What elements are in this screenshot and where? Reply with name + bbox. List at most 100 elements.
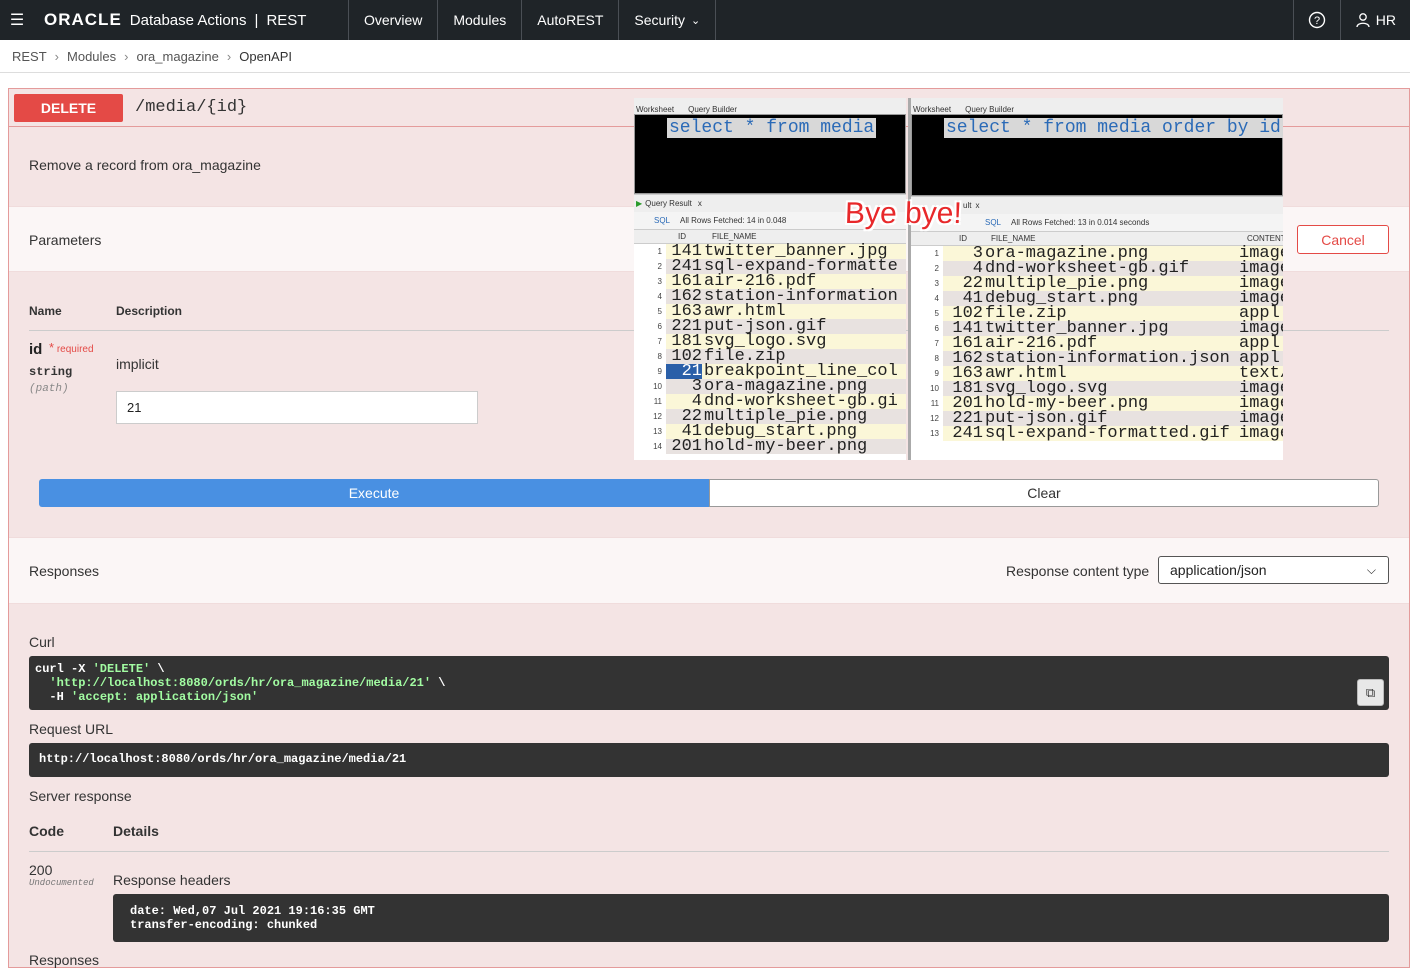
col-name: Name [29, 304, 62, 318]
row-number: 4 [911, 291, 943, 306]
row-number: 2 [634, 259, 666, 274]
nav-security[interactable]: Security ⌄ [618, 0, 717, 40]
tab-worksheet: Worksheet [913, 105, 952, 114]
row-number: 10 [911, 381, 943, 396]
result-toolbar: SQL All Rows Fetched: 13 in 0.014 seconds [911, 214, 1283, 232]
worksheet-screenshot-left: Worksheet Query Builder select * from med… [634, 98, 906, 460]
help-icon[interactable]: ? [1292, 0, 1341, 40]
grid-row: 13 241sql-expand-formatted.gif image [911, 424, 1283, 443]
row-number: 12 [911, 411, 943, 426]
header-transfer-encoding: transfer-encoding: chunked [130, 918, 318, 932]
operation-summary: Remove a record from ora_magazine [29, 157, 261, 173]
curl-block[interactable]: curl -X 'DELETE' \ 'http://localhost:808… [29, 656, 1389, 710]
row-number: 8 [911, 351, 943, 366]
result-tab-bar: ult x [911, 196, 1283, 214]
user-name: HR [1375, 12, 1396, 28]
row-number: 1 [634, 244, 666, 259]
id-input[interactable]: 21 [116, 391, 478, 424]
row-number: 9 [911, 366, 943, 381]
response-headers: date: Wed,07 Jul 2021 19:16:35 GMT trans… [113, 894, 1389, 942]
breadcrumb-current: OpenAPI [239, 48, 292, 64]
chevron-right-icon: › [54, 48, 60, 64]
row-number: 13 [634, 424, 666, 439]
responses-title: Responses [29, 563, 100, 579]
col-id: ID [959, 234, 967, 243]
col-file-name: FILE_NAME [712, 232, 757, 241]
grid-rows: 1 141 twitter_banner.jpg 2 241 sql-expand-for… [634, 243, 906, 456]
content-type-value: application/json [1170, 562, 1267, 578]
content-type-select[interactable]: application/json ⌵ [1158, 556, 1389, 584]
breadcrumb-module[interactable]: ora_magazine [137, 49, 219, 64]
sql-button: SQL [985, 218, 1002, 227]
nav-overview[interactable]: Overview [348, 0, 437, 40]
tab-worksheet: Worksheet [636, 105, 675, 114]
row-number: 7 [911, 336, 943, 351]
curl-line-2: 'http://localhost:8080/ords/hr/ora_magaz… [49, 676, 432, 690]
required-mark: * [49, 340, 55, 355]
nav-autorest[interactable]: AutoREST [521, 0, 618, 40]
close-icon: x [697, 199, 702, 208]
row-number: 12 [634, 409, 666, 424]
breadcrumb: REST › Modules › ora_magazine › OpenAPI [0, 40, 1410, 73]
method-badge: DELETE [14, 93, 123, 122]
bye-caption: Bye bye! [844, 197, 963, 230]
col-content: CONTENT_ [1247, 234, 1283, 243]
user-icon [1356, 13, 1370, 28]
sql-editor: select * from media [634, 114, 906, 194]
undocumented-label: Undocumented [29, 878, 94, 888]
request-url: http://localhost:8080/ords/hr/ora_magazi… [29, 743, 1389, 777]
operation-path: /media/{id} [135, 98, 248, 117]
header-date: date: Wed,07 Jul 2021 19:16:35 GMT [130, 904, 375, 918]
sql-editor: select * from media order by id [911, 114, 1283, 196]
row-number: 3 [911, 276, 943, 291]
row-id: 201 [671, 437, 702, 456]
row-number: 10 [634, 379, 666, 394]
row-number: 3 [634, 274, 666, 289]
chevron-right-icon: › [124, 48, 129, 64]
curl-line-1: curl -X 'DELETE' \ [35, 662, 165, 676]
clear-button[interactable]: Clear [709, 479, 1379, 507]
row-number: 11 [911, 396, 943, 411]
worksheet-tabs: Worksheet Query Builder [634, 98, 906, 114]
copy-icon[interactable]: ⧉ [1357, 679, 1384, 706]
execute-button[interactable]: Execute [39, 479, 709, 507]
nav-modules[interactable]: Modules [437, 0, 521, 40]
sql-button: SQL [654, 216, 671, 225]
rows-fetched: All Rows Fetched: 13 in 0.014 seconds [1011, 218, 1150, 227]
row-number: 13 [911, 426, 943, 441]
tab-query-builder: Query Builder [965, 105, 1015, 114]
required-label: required [56, 344, 94, 355]
col-id: ID [678, 232, 686, 241]
request-url-label: Request URL [29, 721, 114, 737]
grid-rows: 13ora-magazine.pngimage24dnd-worksheet-g… [911, 245, 1283, 443]
top-right-actions: ? HR [1292, 0, 1410, 40]
row-number: 11 [634, 394, 666, 409]
row-number: 7 [634, 334, 666, 349]
code-column: Code [29, 823, 64, 839]
chevron-down-icon: ⌵ [1366, 563, 1376, 577]
result-tab: ult [963, 201, 972, 210]
responses-bottom-label: Responses [29, 952, 100, 968]
response-code: 200 [29, 862, 53, 878]
row-number: 5 [634, 304, 666, 319]
result-tab: Query Result [645, 199, 692, 208]
worksheet-tabs: Worksheet Query Builder [911, 98, 1283, 114]
row-number: 6 [911, 321, 943, 336]
row-id: 241 [952, 424, 983, 443]
nav-security-label: Security [634, 12, 685, 28]
menu-icon[interactable]: ☰ [0, 0, 34, 40]
cancel-button[interactable]: Cancel [1297, 225, 1389, 254]
row-number: 5 [911, 306, 943, 321]
col-description: Description [116, 304, 183, 318]
row-file-name: sql-expand-formatted.gif [985, 424, 1230, 443]
title-separator: | [254, 11, 259, 29]
breadcrumb-modules[interactable]: Modules [67, 49, 116, 64]
param-location: (path) [29, 383, 69, 395]
response-headers-label: Response headers [113, 872, 231, 888]
user-menu[interactable]: HR [1341, 0, 1410, 40]
row-number: 6 [634, 319, 666, 334]
oracle-logo: ORACLE [44, 10, 122, 29]
row-number: 4 [634, 289, 666, 304]
breadcrumb-rest[interactable]: REST [12, 49, 47, 64]
tab-query-builder: Query Builder [688, 105, 738, 114]
